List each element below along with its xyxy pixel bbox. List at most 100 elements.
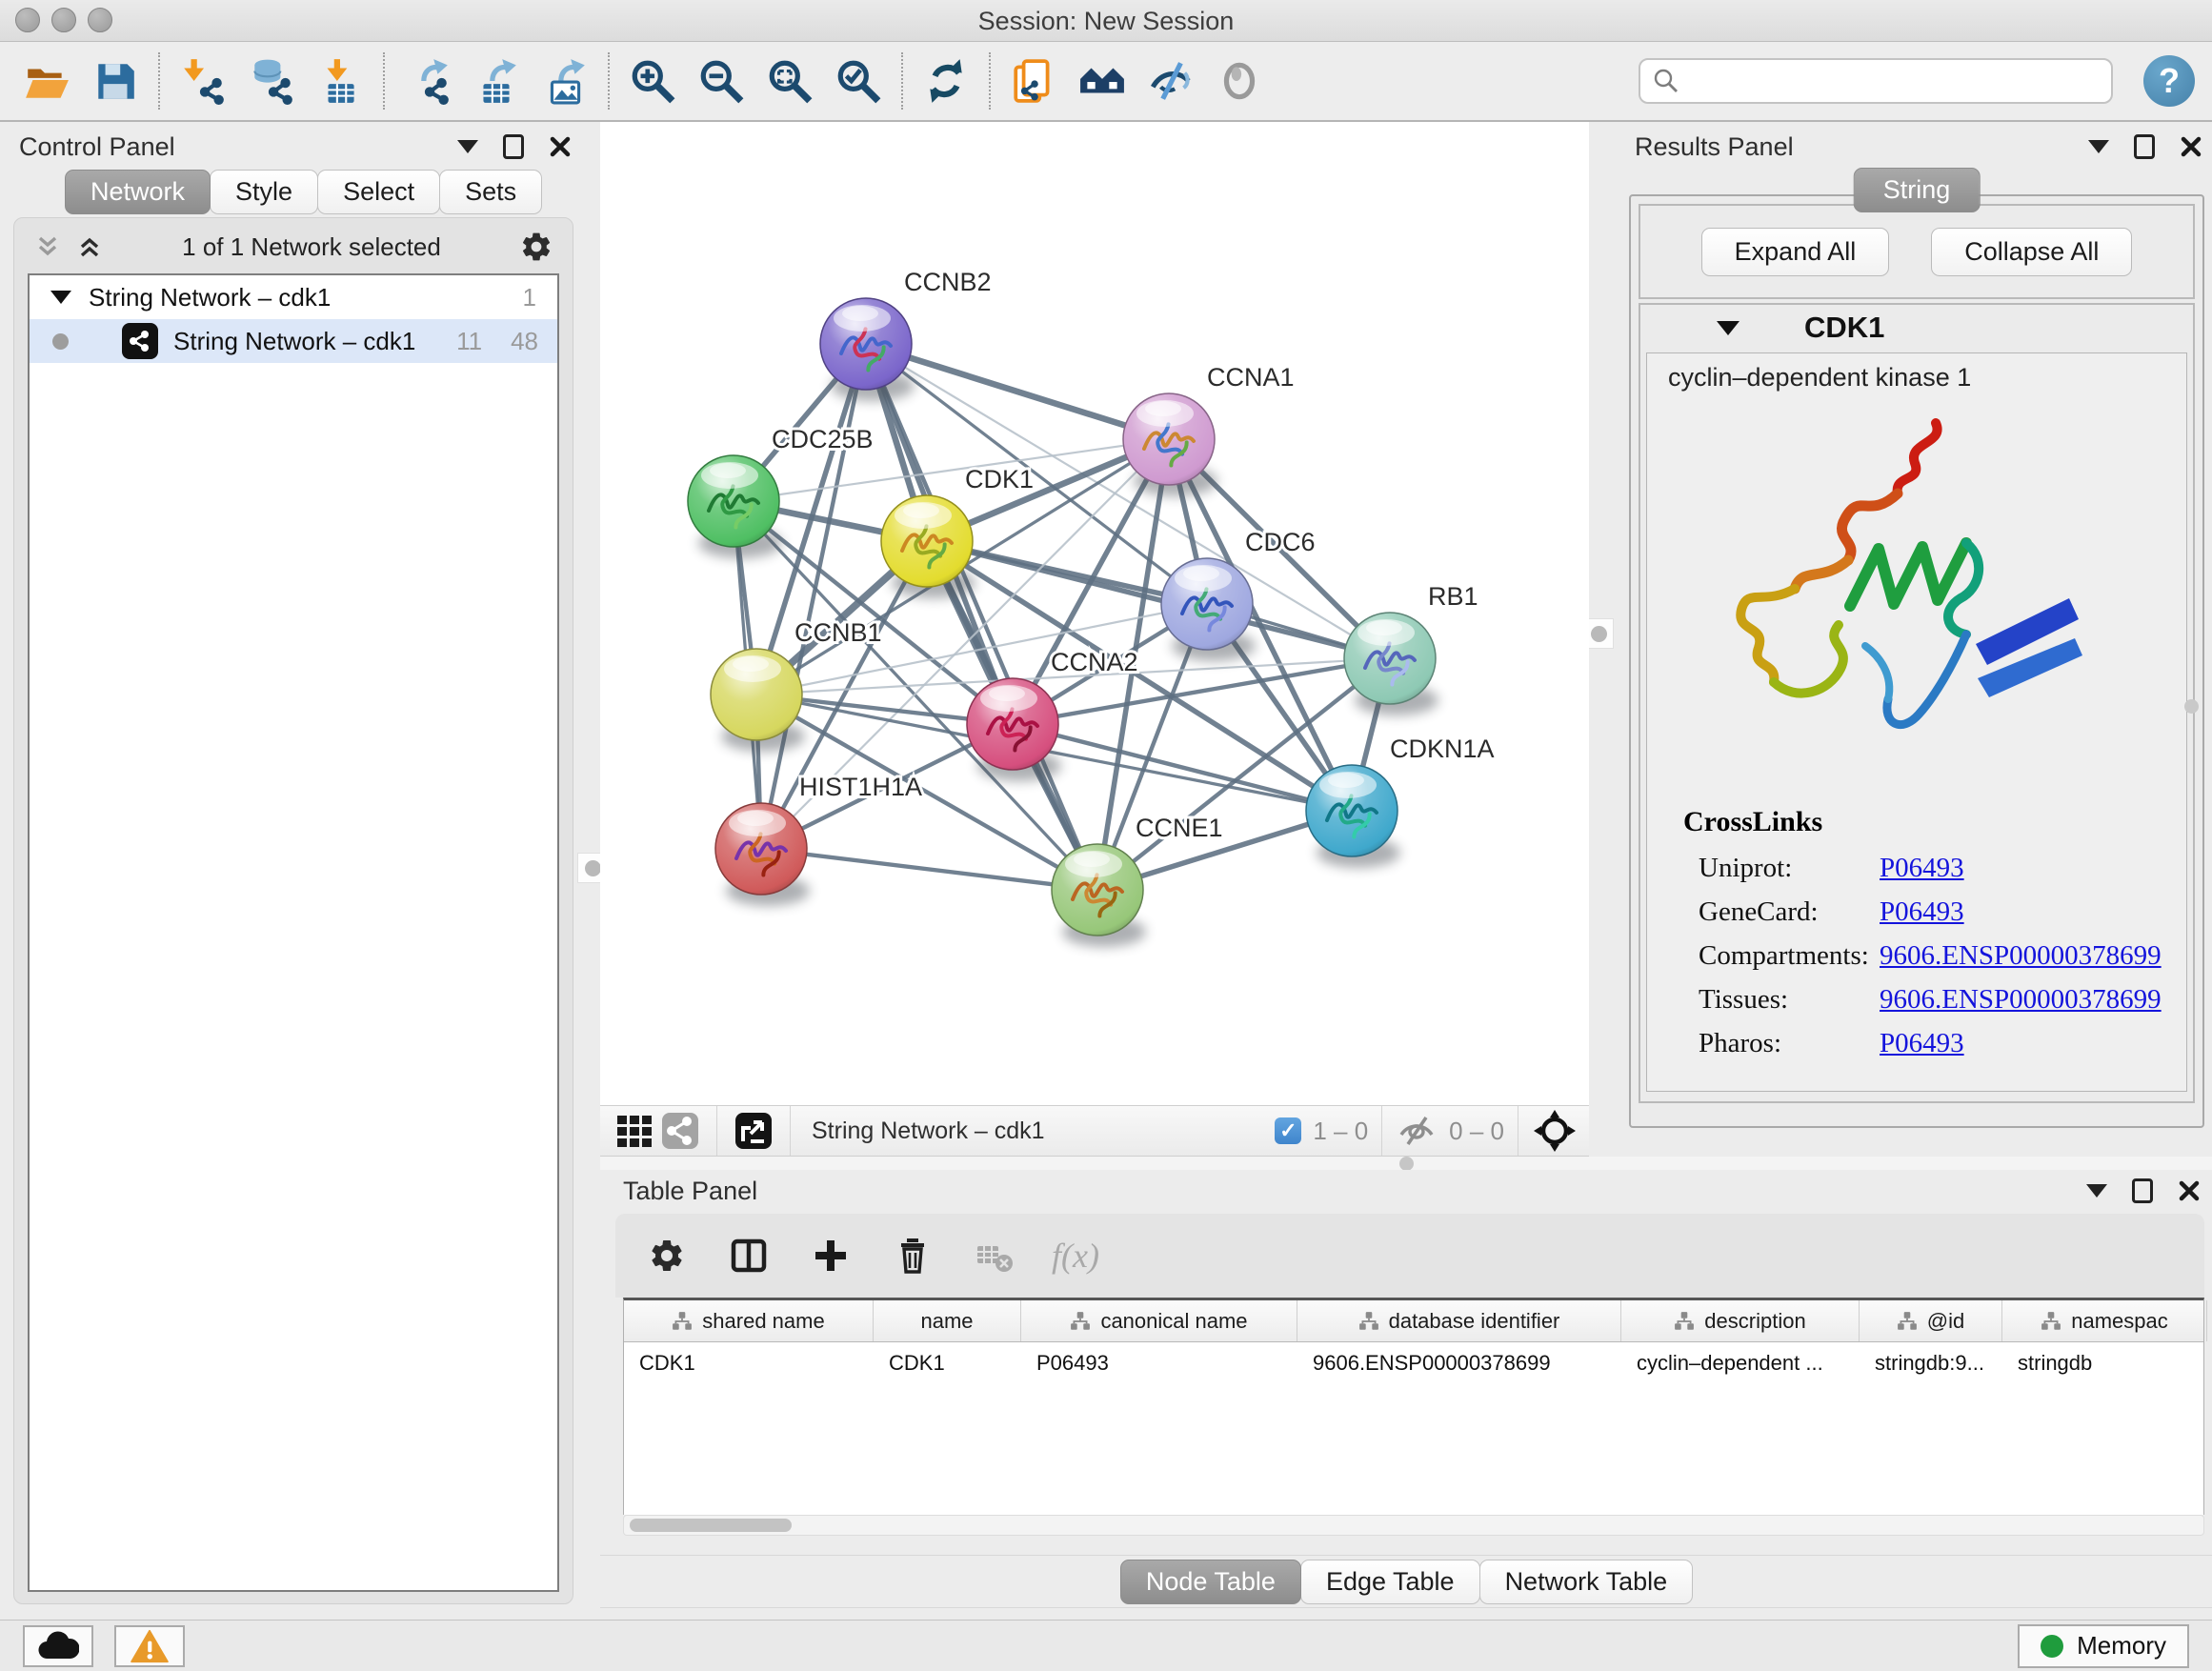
node-CCNB1[interactable]: CCNB1	[711, 618, 882, 752]
enhanced-graphics-toggle-icon[interactable]	[1141, 51, 1200, 111]
import-network-database-icon[interactable]	[242, 51, 301, 111]
node-CCNB2[interactable]: CCNB2	[820, 268, 992, 401]
collection-expander-icon[interactable]	[50, 291, 71, 304]
share-view-icon[interactable]	[657, 1110, 703, 1152]
search-box[interactable]	[1639, 58, 2113, 104]
table-cell[interactable]: cyclin–dependent ...	[1621, 1342, 1860, 1384]
table-cell[interactable]: CDK1	[624, 1342, 874, 1384]
left-splitter[interactable]	[585, 122, 600, 1620]
zoom-in-icon[interactable]	[623, 51, 682, 111]
column-header-shared-name[interactable]: shared name	[624, 1300, 874, 1341]
grid-view-icon[interactable]	[612, 1110, 657, 1152]
zoom-selected-icon[interactable]	[829, 51, 888, 111]
table-cell[interactable]: P06493	[1021, 1342, 1297, 1384]
import-network-icon[interactable]	[173, 51, 232, 111]
tab-style[interactable]: Style	[210, 170, 318, 214]
tab-sets[interactable]: Sets	[439, 170, 542, 214]
panel-menu-icon[interactable]	[2086, 1184, 2107, 1198]
close-panel-icon[interactable]	[2180, 135, 2202, 158]
column-header-database-identifier[interactable]: database identifier	[1297, 1300, 1621, 1341]
delete-column-icon[interactable]	[888, 1231, 937, 1280]
node-CCNE1[interactable]: CCNE1	[1052, 814, 1223, 947]
bottom-splitter-handle[interactable]	[1399, 1157, 1414, 1171]
zoom-fit-icon[interactable]	[760, 51, 819, 111]
import-table-icon[interactable]	[311, 51, 370, 111]
column-header-@id[interactable]: @id	[1860, 1300, 2002, 1341]
node-RB1[interactable]: RB1	[1344, 582, 1478, 715]
table-options-gear-icon[interactable]	[642, 1231, 692, 1280]
table-cell[interactable]: stringdb	[2002, 1342, 2207, 1384]
table-horizontal-scrollbar[interactable]	[623, 1515, 2204, 1536]
add-column-icon[interactable]	[806, 1231, 855, 1280]
close-panel-icon[interactable]	[2178, 1179, 2201, 1202]
level-of-detail-icon[interactable]	[1210, 51, 1269, 111]
node-CDKN1A[interactable]: CDKN1A	[1306, 735, 1495, 868]
table-cell[interactable]: CDK1	[874, 1342, 1021, 1384]
search-input[interactable]	[1680, 67, 2111, 95]
open-session-icon[interactable]	[17, 51, 76, 111]
table-cell[interactable]: stringdb:9...	[1860, 1342, 2002, 1384]
crosslink-link[interactable]: 9606.ENSP00000378699	[1880, 984, 2162, 1016]
selected-checkbox-icon[interactable]: ✓	[1275, 1117, 1301, 1144]
memory-button[interactable]: Memory	[2018, 1624, 2189, 1668]
network-options-gear-icon[interactable]	[519, 230, 553, 264]
close-panel-icon[interactable]	[549, 135, 572, 158]
edge-CDK1-RB1[interactable]	[927, 541, 1390, 658]
cloud-status-button[interactable]	[23, 1625, 93, 1667]
crosslink-link[interactable]: P06493	[1880, 853, 1964, 884]
table-cell[interactable]: 9606.ENSP00000378699	[1297, 1342, 1621, 1384]
crosslink-link[interactable]: 9606.ENSP00000378699	[1880, 940, 2162, 972]
gene-expander-icon[interactable]	[1717, 321, 1739, 335]
bottom-splitter[interactable]	[600, 1157, 2212, 1170]
tab-string[interactable]: String	[1854, 168, 1981, 212]
float-panel-icon[interactable]	[503, 134, 524, 159]
tab-select[interactable]: Select	[317, 170, 440, 214]
zoom-out-icon[interactable]	[692, 51, 751, 111]
column-header-namespac[interactable]: namespac	[2002, 1300, 2207, 1341]
node-CDC6[interactable]: CDC6	[1161, 528, 1316, 661]
edge-CCNB2-CCNE1[interactable]	[866, 344, 1097, 890]
export-image-icon[interactable]	[535, 51, 594, 111]
panel-menu-icon[interactable]	[457, 140, 478, 153]
column-header-canonical-name[interactable]: canonical name	[1021, 1300, 1297, 1341]
network-view[interactable]: CCNB2CCNA1CDC25BCDK1CDC6RB1CCNB1CCNA2CDK…	[600, 122, 1589, 1105]
export-network-icon[interactable]	[398, 51, 457, 111]
network-collection-row[interactable]: String Network – cdk1 1	[30, 275, 557, 319]
crosslink-link[interactable]: P06493	[1880, 1028, 1964, 1059]
refresh-layout-icon[interactable]	[916, 51, 975, 111]
column-header-name[interactable]: name	[874, 1300, 1021, 1341]
scrollbar-thumb[interactable]	[630, 1519, 792, 1532]
show-columns-icon[interactable]	[724, 1231, 774, 1280]
network-row-selected[interactable]: String Network – cdk1 11 48	[30, 319, 557, 363]
expand-all-button[interactable]: Expand All	[1701, 228, 1890, 276]
results-scrollbar-dot[interactable]	[2184, 699, 2199, 714]
node-HIST1H1A[interactable]: HIST1H1A	[715, 773, 922, 906]
network-canvas[interactable]: CCNB2CCNA1CDC25BCDK1CDC6RB1CCNB1CCNA2CDK…	[600, 122, 1589, 1105]
birdseye-view-icon[interactable]	[1532, 1110, 1578, 1152]
tab-node-table[interactable]: Node Table	[1120, 1560, 1301, 1604]
float-panel-icon[interactable]	[2132, 1178, 2153, 1203]
save-session-icon[interactable]	[86, 51, 145, 111]
tab-network-table[interactable]: Network Table	[1479, 1560, 1694, 1604]
node-CDK1[interactable]: CDK1	[881, 465, 1034, 598]
collapse-all-icon[interactable]	[33, 232, 62, 261]
crosslink-link[interactable]: P06493	[1880, 896, 1964, 928]
string-home-icon[interactable]	[1073, 51, 1132, 111]
warning-button[interactable]	[114, 1625, 185, 1667]
tab-network[interactable]: Network	[65, 170, 211, 214]
open-in-window-icon[interactable]	[731, 1110, 776, 1152]
node-CCNA1[interactable]: CCNA1	[1123, 363, 1295, 496]
expand-all-icon[interactable]	[75, 232, 104, 261]
collapse-all-button[interactable]: Collapse All	[1931, 228, 2132, 276]
edge-HIST1H1A-CCNE1[interactable]	[761, 849, 1097, 890]
table-row[interactable]: CDK1CDK1P064939606.ENSP00000378699cyclin…	[624, 1342, 2203, 1384]
column-header-description[interactable]: description	[1621, 1300, 1860, 1341]
share-document-icon[interactable]	[1004, 51, 1063, 111]
gene-section-header[interactable]: CDK1	[1640, 305, 2193, 351]
float-panel-icon[interactable]	[2134, 134, 2155, 159]
help-button[interactable]: ?	[2143, 55, 2195, 107]
panel-menu-icon[interactable]	[2088, 140, 2109, 153]
tab-edge-table[interactable]: Edge Table	[1300, 1560, 1480, 1604]
export-table-icon[interactable]	[467, 51, 526, 111]
right-splitter[interactable]	[1589, 122, 1621, 1157]
